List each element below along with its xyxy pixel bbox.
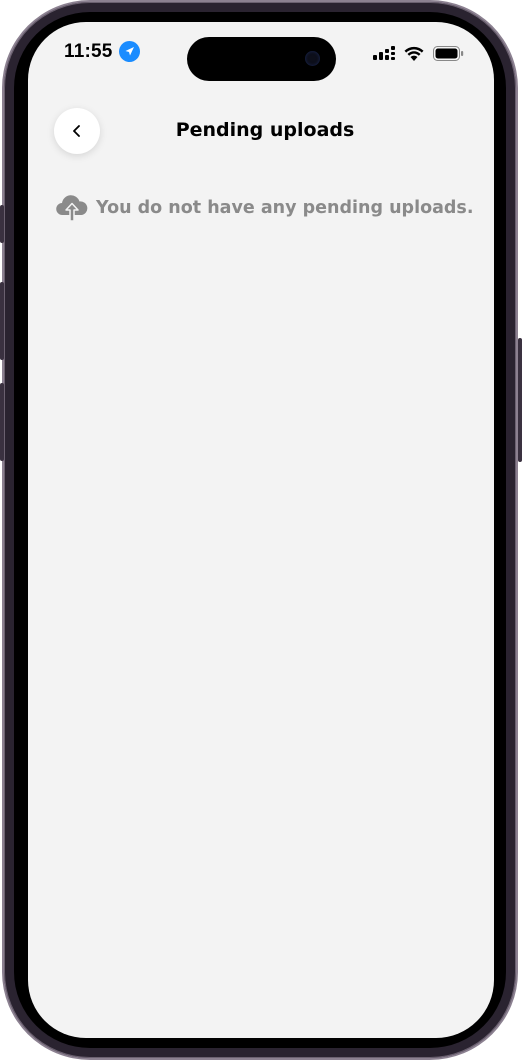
status-bar: 11:55 [28,22,494,84]
status-time: 11:55 [64,41,113,62]
location-arrow-icon [119,41,140,62]
cloud-upload-icon [56,195,88,222]
dynamic-island [187,37,336,81]
action-button [0,205,4,243]
wifi-icon [404,46,424,61]
app-screen: 11:55 Pending uploads You do not have an… [28,22,494,1038]
power-button [518,338,522,462]
battery-icon [433,45,464,61]
volume-up-button [0,282,4,360]
page-title: Pending uploads [175,119,355,141]
front-camera [305,51,320,66]
cellular-signal-icon [373,46,395,60]
empty-state: You do not have any pending uploads. [56,194,474,222]
volume-down-button [0,383,4,461]
empty-state-message: You do not have any pending uploads. [96,198,474,218]
status-indicators [373,44,464,62]
